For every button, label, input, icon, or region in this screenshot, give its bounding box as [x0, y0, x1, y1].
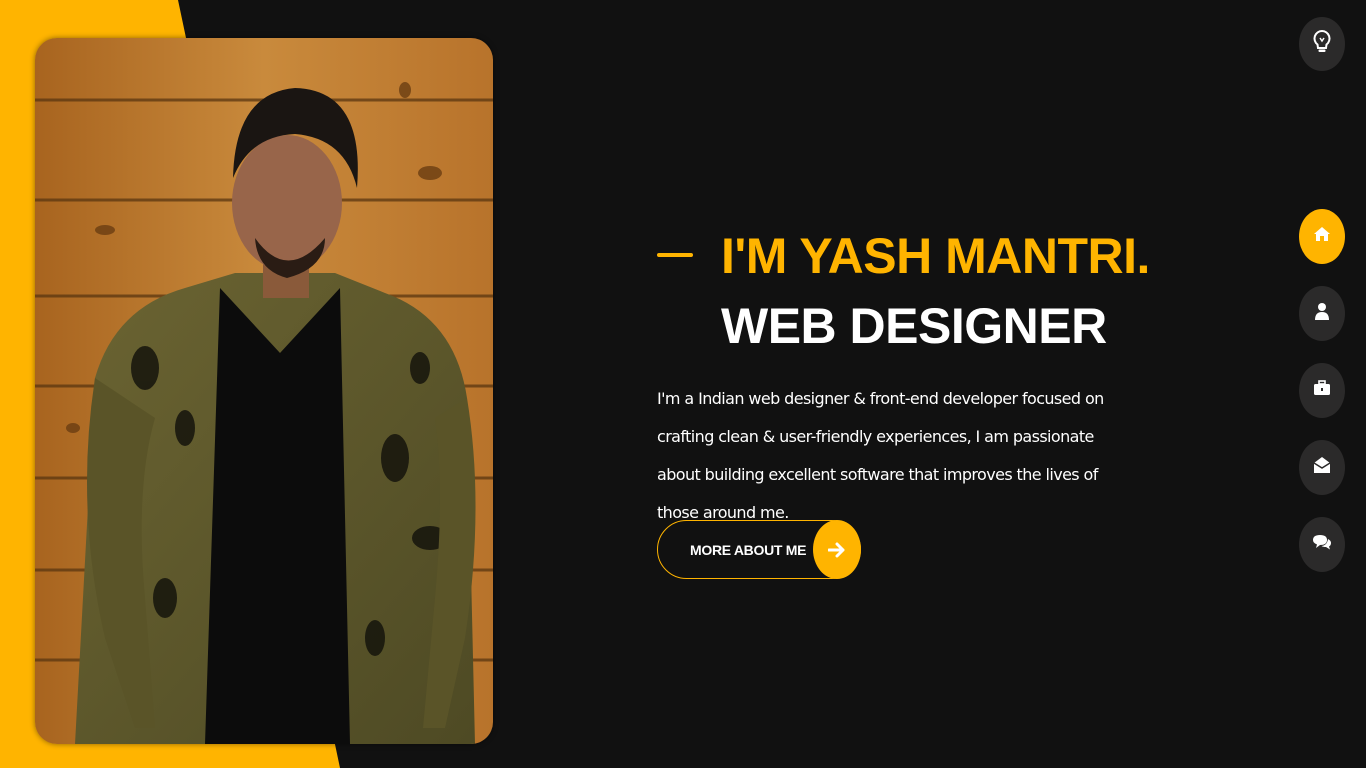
hero-title: I'M YASH MANTRI. WEB DESIGNER — [657, 224, 1277, 358]
chat-bubbles-icon — [1312, 534, 1332, 555]
hero-intro-text: I'm a Indian web designer & front-end de… — [657, 389, 1104, 522]
home-icon — [1313, 226, 1331, 247]
title-dash-decoration — [657, 253, 693, 257]
envelope-open-icon — [1313, 456, 1331, 479]
nav-portfolio-button[interactable] — [1299, 363, 1345, 418]
user-icon — [1315, 302, 1329, 325]
lightbulb-icon — [1312, 29, 1332, 60]
hero-section: I'M YASH MANTRI. WEB DESIGNER I'm a Indi… — [657, 224, 1277, 532]
briefcase-icon — [1313, 380, 1331, 401]
hero-role: WEB DESIGNER — [721, 298, 1107, 354]
nav-home-button[interactable] — [1299, 209, 1345, 264]
side-navigation — [1299, 209, 1345, 594]
theme-toggle-button[interactable] — [1299, 17, 1345, 71]
nav-blog-button[interactable] — [1299, 517, 1345, 572]
arrow-right-icon — [813, 520, 861, 579]
nav-about-button[interactable] — [1299, 286, 1345, 341]
more-about-me-button[interactable]: MORE ABOUT ME — [657, 520, 861, 579]
nav-contact-button[interactable] — [1299, 440, 1345, 495]
portrait-photo — [35, 38, 493, 744]
hero-name: I'M YASH MANTRI. — [721, 228, 1150, 284]
more-about-me-label: MORE ABOUT ME — [690, 541, 807, 558]
